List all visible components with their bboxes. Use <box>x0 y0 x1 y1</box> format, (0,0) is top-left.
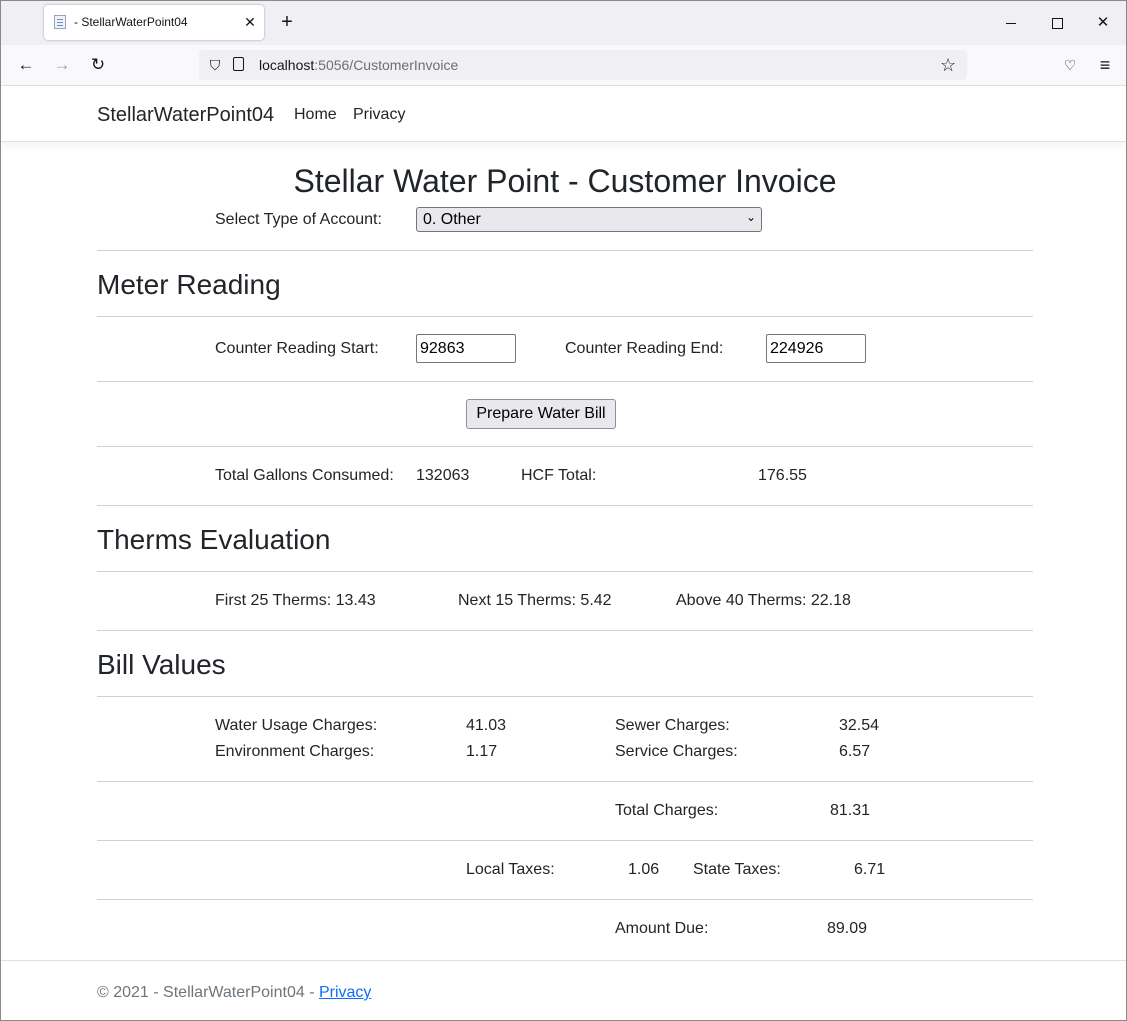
page-info-icon[interactable] <box>233 57 244 71</box>
maximize-icon[interactable] <box>1035 9 1079 37</box>
counter-start-label: Counter Reading Start: <box>215 340 379 357</box>
browser-window: - StellarWaterPoint04 ✕ + ✕ ← → ↻ ⛉ loca… <box>0 0 1127 1021</box>
divider <box>97 505 1033 506</box>
amount-due-value: 89.09 <box>827 920 868 937</box>
browser-tab[interactable]: - StellarWaterPoint04 ✕ <box>44 5 264 40</box>
hamburger-menu-icon[interactable]: ≡ <box>1093 53 1117 77</box>
page-icon <box>54 15 66 29</box>
chevron-down-icon: ⌄ <box>745 210 756 224</box>
new-tab-icon[interactable]: + <box>276 11 298 33</box>
hcf-label: HCF Total: <box>521 467 597 484</box>
close-window-icon[interactable]: ✕ <box>1081 9 1125 37</box>
footer-copyright: © 2021 - StellarWaterPoint04 - <box>97 984 315 1001</box>
total-charges-value: 81.31 <box>830 802 871 819</box>
divider <box>97 781 1033 782</box>
gallons-value: 132063 <box>416 467 470 484</box>
divider <box>97 696 1033 697</box>
local-taxes-value: 1.06 <box>628 861 660 878</box>
service-value: 6.57 <box>839 743 871 760</box>
prepare-water-bill-button[interactable]: Prepare Water Bill <box>466 399 616 429</box>
local-taxes-label: Local Taxes: <box>466 861 555 878</box>
divider <box>97 381 1033 382</box>
divider <box>97 630 1033 631</box>
site-footer: © 2021 - StellarWaterPoint04 - Privacy <box>1 960 1126 1020</box>
state-taxes-value: 6.71 <box>854 861 886 878</box>
account-type-label: Select Type of Account: <box>215 211 382 228</box>
site-navbar: StellarWaterPoint04 Home Privacy <box>1 86 1126 142</box>
amount-due-label: Amount Due: <box>615 920 709 937</box>
divider <box>97 571 1033 572</box>
nav-home-link[interactable]: Home <box>294 106 337 124</box>
address-bar[interactable]: ⛉ localhost:5056/CustomerInvoice ☆ <box>199 50 967 80</box>
therms-heading: Therms Evaluation <box>97 524 331 555</box>
water-usage-label: Water Usage Charges: <box>215 717 378 734</box>
divider <box>97 250 1033 251</box>
browser-toolbar: ← → ↻ ⛉ localhost:5056/CustomerInvoice ☆… <box>1 45 1126 86</box>
bill-values-heading: Bill Values <box>97 649 226 680</box>
counter-end-label: Counter Reading End: <box>565 340 724 357</box>
web-page: StellarWaterPoint04 Home Privacy Stellar… <box>1 86 1126 1020</box>
page-title: Stellar Water Point - Customer Invoice <box>293 163 837 199</box>
environment-label: Environment Charges: <box>215 743 375 760</box>
divider <box>97 316 1033 317</box>
nav-privacy-link[interactable]: Privacy <box>353 106 405 124</box>
footer-privacy-link[interactable]: Privacy <box>319 984 371 1001</box>
url-text[interactable]: localhost:5056/CustomerInvoice <box>259 57 458 73</box>
divider <box>97 446 1033 447</box>
bookmark-star-icon[interactable]: ☆ <box>940 54 956 76</box>
footer-text: © 2021 - StellarWaterPoint04 - Privacy <box>97 984 371 1002</box>
sewer-label: Sewer Charges: <box>615 717 730 734</box>
url-path: :5056/CustomerInvoice <box>314 57 459 73</box>
url-host: localhost <box>259 57 315 73</box>
divider <box>97 840 1033 841</box>
back-icon[interactable]: ← <box>14 53 38 77</box>
tab-title: - StellarWaterPoint04 <box>74 15 188 29</box>
state-taxes-label: State Taxes: <box>693 861 781 878</box>
above-therms: Above 40 Therms: 22.18 <box>676 592 851 609</box>
tab-bar: - StellarWaterPoint04 ✕ + ✕ <box>1 1 1126 45</box>
account-type-value: 0. Other <box>423 211 481 228</box>
meter-reading-heading: Meter Reading <box>97 269 281 300</box>
sewer-value: 32.54 <box>839 717 880 734</box>
account-type-select[interactable]: 0. Other ⌄ <box>416 207 762 232</box>
divider <box>97 899 1033 900</box>
environment-value: 1.17 <box>466 743 498 760</box>
gallons-label: Total Gallons Consumed: <box>215 467 394 484</box>
reload-icon[interactable]: ↻ <box>86 53 110 77</box>
close-tab-icon[interactable]: ✕ <box>240 12 260 32</box>
minimize-icon[interactable] <box>989 9 1033 37</box>
hcf-value: 176.55 <box>758 467 807 484</box>
forward-icon[interactable]: → <box>50 53 74 77</box>
service-label: Service Charges: <box>615 743 738 760</box>
water-usage-value: 41.03 <box>466 717 507 734</box>
total-charges-label: Total Charges: <box>615 802 719 819</box>
counter-start-input[interactable] <box>416 334 516 363</box>
site-brand[interactable]: StellarWaterPoint04 <box>97 104 274 127</box>
first-therms: First 25 Therms: 13.43 <box>215 592 376 609</box>
counter-end-input[interactable] <box>766 334 866 363</box>
pocket-icon[interactable]: ♡ <box>1058 53 1082 77</box>
next-therms: Next 15 Therms: 5.42 <box>458 592 612 609</box>
shield-icon[interactable]: ⛉ <box>207 57 223 73</box>
